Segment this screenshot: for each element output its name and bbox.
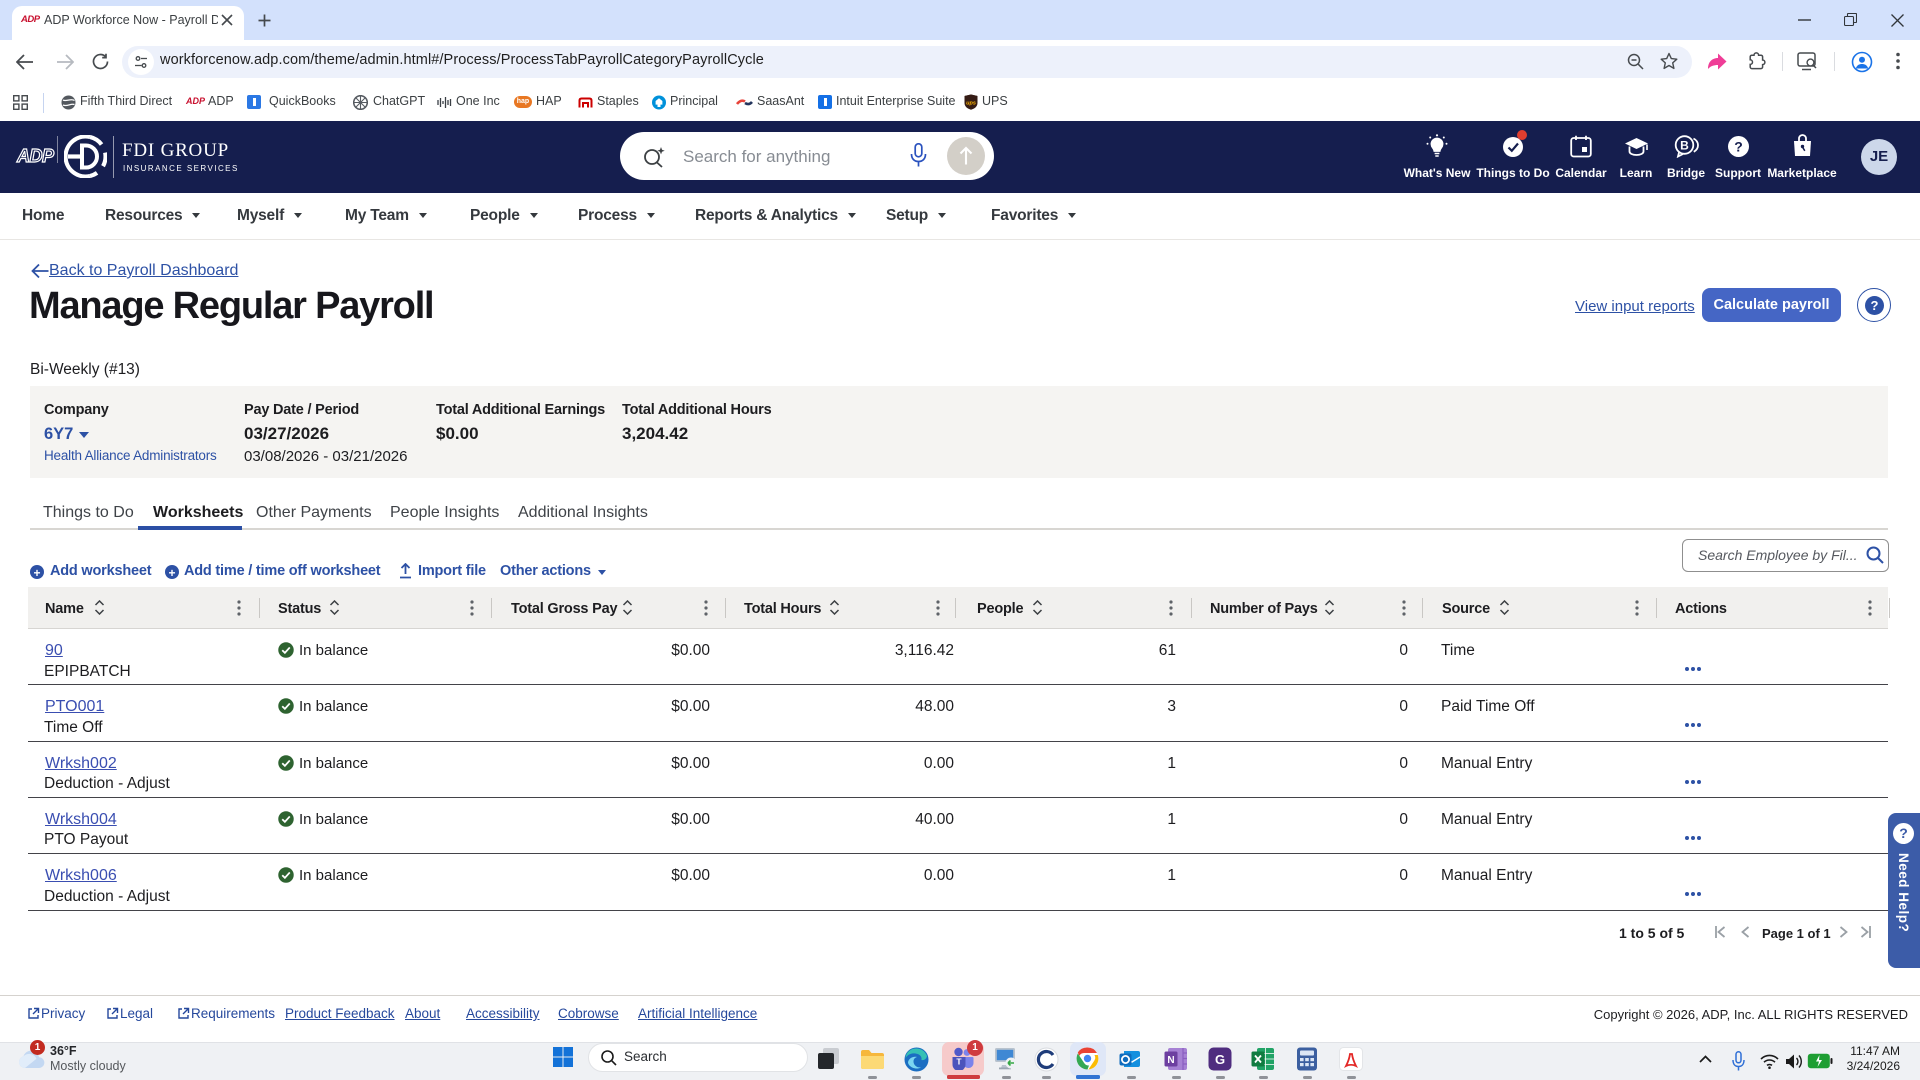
svg-text:N: N (1167, 1055, 1174, 1066)
svg-text:B: B (1680, 138, 1689, 152)
svg-text:G: G (1215, 1052, 1225, 1067)
svg-text:T: T (956, 1057, 962, 1067)
svg-text:ups: ups (966, 101, 976, 107)
svg-text:?: ? (1734, 139, 1743, 155)
